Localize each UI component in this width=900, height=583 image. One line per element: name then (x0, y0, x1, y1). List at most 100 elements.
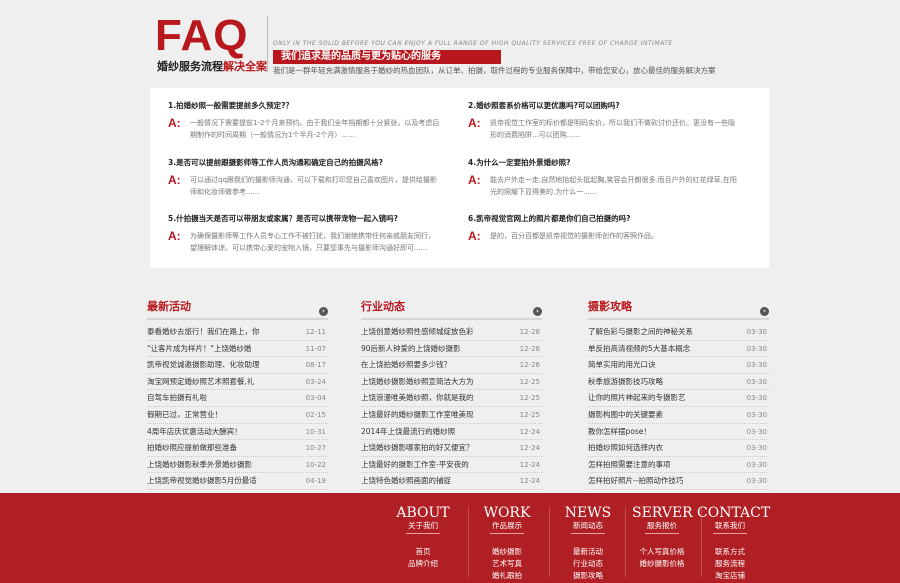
more-arrow-icon[interactable]: › (319, 307, 328, 316)
list-item[interactable]: 上饶最好的婚纱摄影工作室唯美现 12-25 (361, 407, 542, 424)
list-item[interactable]: 拍婚纱照应提前做那些准备 10-27 (147, 440, 328, 457)
list-item-title[interactable]: 4周年店庆优惠活动大酬宾！ (147, 424, 295, 440)
footer-heading-en[interactable]: SERVER (632, 505, 693, 521)
footer-link[interactable]: 首页 (396, 546, 450, 558)
list-item-title[interactable]: 秋季旅游摄影技巧攻略 (588, 374, 736, 390)
list-item-title[interactable]: "让客片成为样片！"上饶婚纱婚 (147, 341, 295, 357)
list-item[interactable]: 90后新人钟爱的上饶婚纱摄影 12-28 (361, 341, 542, 358)
list-item[interactable]: 拍婚纱照如何选择内衣 03-30 (588, 440, 769, 457)
list-item[interactable]: 上饶婚纱摄影哪家拍的好又便宜？ 12-24 (361, 440, 542, 457)
more-arrow-icon[interactable]: › (533, 307, 542, 316)
footer-link[interactable]: 婚礼跟拍 (482, 570, 532, 582)
footer-link[interactable]: 联系方式 (697, 546, 763, 558)
list-item[interactable]: 怎样拍照需要注意的事项 03-30 (588, 457, 769, 474)
list-item[interactable]: 让你的照片神起来的专摄影艺 03-30 (588, 390, 769, 407)
faq-question[interactable]: 4.为什么一定要拍外景婚纱照? (468, 157, 748, 168)
list-item-title[interactable]: 怎样拍照需要注意的事项 (588, 457, 736, 473)
list-item-title[interactable]: 上饶凯帝视觉婚纱摄影5月份最适 (147, 473, 295, 489)
list-item-title[interactable]: 摄影构图中的关键要素 (588, 407, 736, 423)
footer-link[interactable]: 艺术写真 (482, 558, 532, 570)
list-item[interactable]: 秋季旅游摄影技巧攻略 03-30 (588, 374, 769, 391)
list-item[interactable]: 上饶最好的摄影工作室-平安夜的 12-24 (361, 457, 542, 474)
list-item[interactable]: 上饶创意婚纱照性感倾城绽放色彩 12-28 (361, 324, 542, 341)
list-item-title[interactable]: 了解色彩与摄影之间的神秘关系 (588, 324, 736, 340)
footer-heading-cn[interactable]: 联系我们 (697, 521, 763, 531)
footer-heading-en[interactable]: ABOUT (396, 505, 450, 521)
list-item-title[interactable]: 泰看婚纱去旅行！我们在路上，你 (147, 324, 295, 340)
list-item[interactable]: 自驾车拍摄有礼啦 03-04 (147, 390, 328, 407)
list-item[interactable]: 简单实用的用光口诀 03-30 (588, 357, 769, 374)
list-item-title[interactable]: 上饶最好的摄影工作室-平安夜的 (361, 457, 509, 473)
footer-link[interactable]: 个人写真价格 (632, 546, 692, 558)
list-item[interactable]: 上饶婚纱摄影婚纱照宣简洁大方为 12-25 (361, 374, 542, 391)
list-item-title[interactable]: 上饶婚纱摄影婚纱照宣简洁大方为 (361, 374, 509, 390)
list-item[interactable]: 上饶浪漫唯美婚纱照，你就是我的 12-25 (361, 390, 542, 407)
footer-link[interactable]: 摄影攻略 (564, 570, 612, 582)
list-item-title[interactable]: 拍婚纱照应提前做那些准备 (147, 440, 295, 456)
list-item-title[interactable]: 拍婚纱照如何选择内衣 (588, 440, 736, 456)
footer-heading-cn[interactable]: 服务报价 (632, 521, 692, 531)
footer-heading-cn[interactable]: 作品展示 (482, 521, 532, 531)
list-item-date: 12-11 (305, 328, 326, 336)
footer-link[interactable]: 婚纱摄影 (482, 546, 532, 558)
footer-link[interactable]: 服务流程 (697, 558, 763, 570)
list-item-title[interactable]: 上饶最好的婚纱摄影工作室唯美现 (361, 407, 509, 423)
list-item-title[interactable]: 淘宝网预定婚纱照艺术照套餐,礼 (147, 374, 295, 390)
list-item[interactable]: 教你怎样摆pose！ 03-30 (588, 424, 769, 441)
list-item-title[interactable]: 上饶婚纱摄影秋季外景婚纱摄影 (147, 457, 295, 473)
footer-col-about: ABOUT 关于我们 首页 品牌介绍 (396, 505, 450, 570)
footer-heading-en[interactable]: CONTACT (697, 505, 770, 521)
answer-mark-icon: A: (468, 116, 481, 130)
footer-link[interactable]: 最新活动 (564, 546, 612, 558)
column-title-text: 最新活动 (147, 300, 191, 313)
list-item-title[interactable]: 简单实用的用光口诀 (588, 357, 736, 373)
list-item[interactable]: 凯帝视觉诚邀摄影助理、化妆助理 08-17 (147, 357, 328, 374)
list-item[interactable]: 4周年店庆优惠活动大酬宾！ 10-31 (147, 424, 328, 441)
list-item[interactable]: 假期已过，正常营业！ 02-15 (147, 407, 328, 424)
footer-heading-en[interactable]: WORK (482, 505, 532, 521)
list-item[interactable]: 了解色彩与摄影之间的神秘关系 03-30 (588, 324, 769, 341)
list-item-title[interactable]: 怎样拍好照片--拍照动作技巧 (588, 473, 736, 489)
list-item[interactable]: 在上饶拍婚纱照要多少钱？ 12-26 (361, 357, 542, 374)
list-item-title[interactable]: 教你怎样摆pose！ (588, 424, 736, 440)
list-item[interactable]: 单反拍高清视频的5大基本概念 03-30 (588, 341, 769, 358)
list-item-title[interactable]: 上饶创意婚纱照性感倾城绽放色彩 (361, 324, 509, 340)
list-item[interactable]: 上饶婚纱摄影秋季外景婚纱摄影 10-22 (147, 457, 328, 474)
faq-question[interactable]: 6.凯帝视觉官网上的照片都是你们自己拍摄的吗? (468, 213, 748, 224)
faq-question[interactable]: 3.是否可以提前跟摄影师等工作人员沟通和确定自己的拍摄风格? (168, 157, 448, 168)
footer-link[interactable]: 品牌介绍 (396, 558, 450, 570)
list-item[interactable]: 摄影构图中的关键要素 03-30 (588, 407, 769, 424)
faq-question[interactable]: 5.什拍摄当天是否可以带朋友或家属？是否可以携带宠物一起入镜吗? (168, 213, 448, 224)
footer-links: 婚纱摄影 艺术写真 婚礼跟拍 (482, 546, 532, 582)
list-item[interactable]: 怎样拍好照片--拍照动作技巧 03-30 (588, 473, 769, 490)
faq-question[interactable]: 1.拍婚纱照一般需要提前多久预定?？ (168, 100, 448, 111)
list-item-date: 03-30 (746, 328, 767, 336)
footer-heading-en[interactable]: NEWS (564, 505, 612, 521)
footer-link[interactable]: 淘宝店铺 (697, 570, 763, 582)
list-item-title[interactable]: 上饶特色婚纱照画面的捕捉 (361, 473, 509, 489)
list-item-title[interactable]: 上饶浪漫唯美婚纱照，你就是我的 (361, 390, 509, 406)
faq-question[interactable]: 2.婚纱照套系价格可以更优惠吗?可以团购吗? (468, 100, 748, 111)
list-item-title[interactable]: 自驾车拍摄有礼啦 (147, 390, 295, 406)
list-item-title[interactable]: 让你的照片神起来的专摄影艺 (588, 390, 736, 406)
footer-link[interactable]: 行业动态 (564, 558, 612, 570)
footer-link[interactable]: 婚纱摄影价格 (632, 558, 692, 570)
list-item-title[interactable]: 90后新人钟爱的上饶婚纱摄影 (361, 341, 509, 357)
list-item[interactable]: "让客片成为样片！"上饶婚纱婚 11-07 (147, 341, 328, 358)
list-item[interactable]: 泰看婚纱去旅行！我们在路上，你 12-11 (147, 324, 328, 341)
list-item[interactable]: 上饶凯帝视觉婚纱摄影5月份最适 04-19 (147, 473, 328, 490)
faq-item: 6.凯帝视觉官网上的照片都是你们自己拍摄的吗? A: 是的，百分百都是凯帝视觉的摄… (468, 213, 748, 242)
list-item-title[interactable]: 在上饶拍婚纱照要多少钱？ (361, 357, 509, 373)
list-item-title[interactable]: 凯帝视觉诚邀摄影助理、化妆助理 (147, 357, 295, 373)
list-item-title[interactable]: 单反拍高清视频的5大基本概念 (588, 341, 736, 357)
list-item-title[interactable]: 2014年上饶最流行的婚纱照 (361, 424, 509, 440)
answer-mark-icon: A: (168, 229, 181, 243)
list-item[interactable]: 淘宝网预定婚纱照艺术照套餐,礼 03-24 (147, 374, 328, 391)
list-item-title[interactable]: 假期已过，正常营业！ (147, 407, 295, 423)
list-item[interactable]: 上饶特色婚纱照画面的捕捉 12-24 (361, 473, 542, 490)
footer-heading-cn[interactable]: 新闻动态 (564, 521, 612, 531)
footer-heading-cn[interactable]: 关于我们 (396, 521, 450, 531)
more-arrow-icon[interactable]: › (760, 307, 769, 316)
list-item-title[interactable]: 上饶婚纱摄影哪家拍的好又便宜？ (361, 440, 509, 456)
list-item[interactable]: 2014年上饶最流行的婚纱照 12-24 (361, 424, 542, 441)
